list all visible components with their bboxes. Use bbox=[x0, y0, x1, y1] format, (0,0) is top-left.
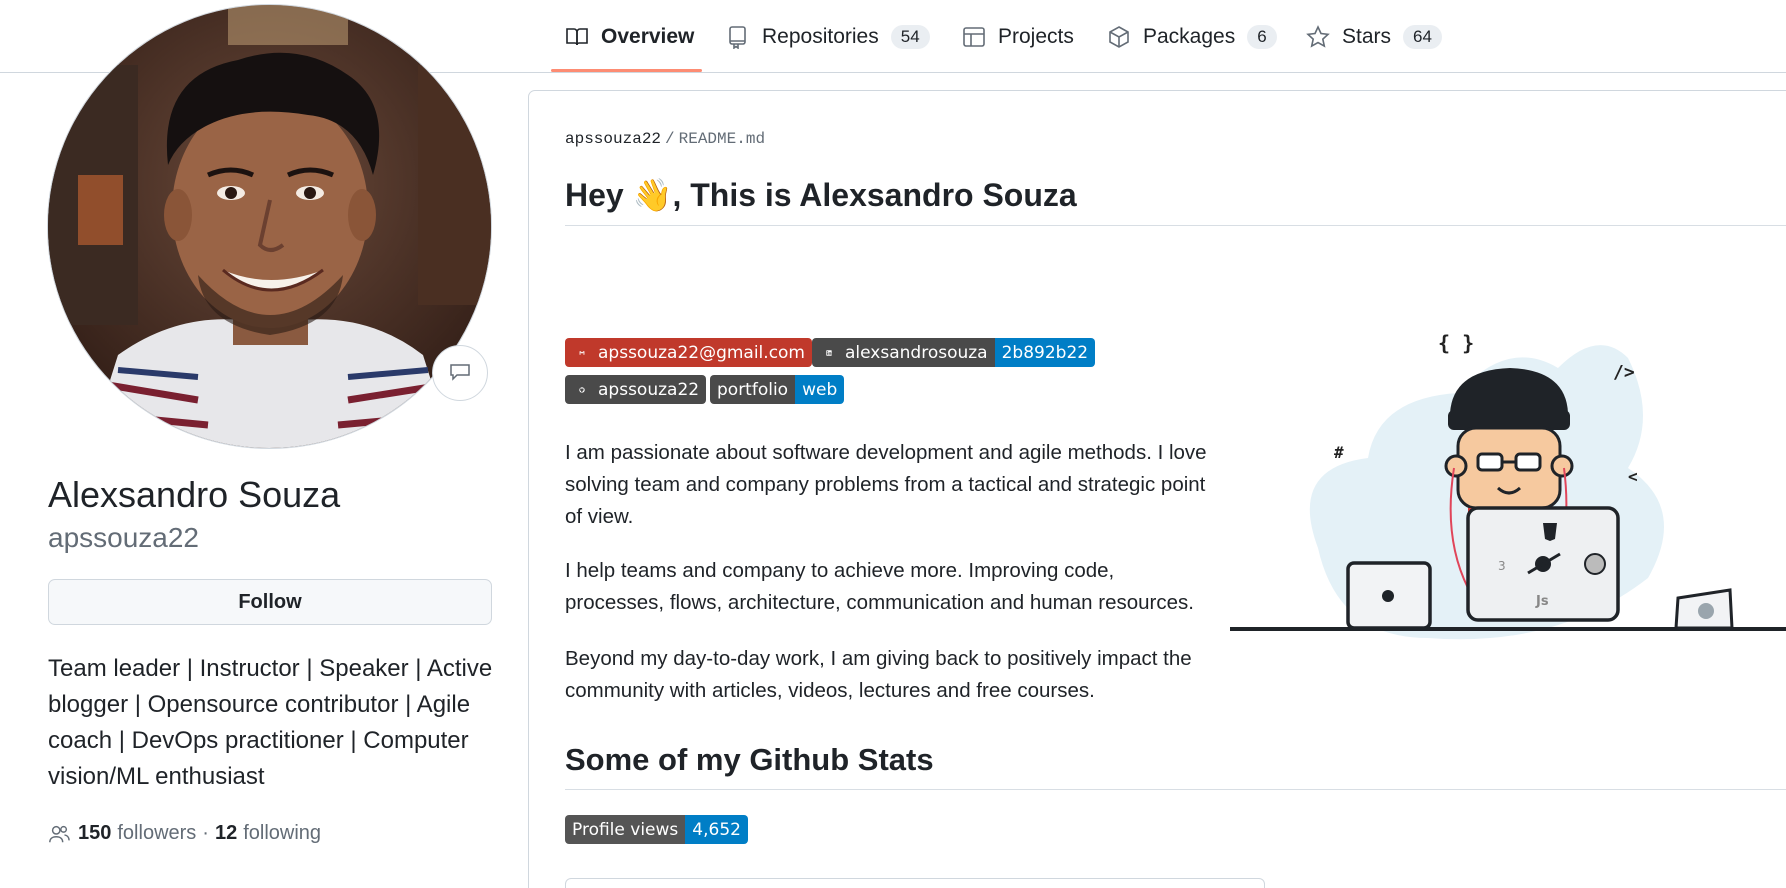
set-status-button[interactable] bbox=[432, 345, 488, 401]
linkedin-badge-label: alexsandrosouza bbox=[812, 338, 995, 367]
profile-views-badge: Profile views 4,652 bbox=[565, 815, 748, 844]
package-icon bbox=[1107, 25, 1131, 49]
followers-label: followers bbox=[117, 822, 197, 844]
tab-stars[interactable]: Stars 64 bbox=[1306, 18, 1442, 56]
following-count: 12 bbox=[214, 822, 238, 844]
braces-glyph: { } bbox=[1438, 331, 1474, 355]
breadcrumb-separator: / bbox=[665, 130, 675, 148]
profile-views-count: 4,652 bbox=[685, 815, 748, 844]
developer-illustration: { } /> # < 3 Js bbox=[1228, 318, 1786, 648]
tab-projects[interactable]: Projects bbox=[962, 18, 1074, 56]
email-text: apssouza22@gmail.com bbox=[598, 342, 805, 363]
tab-label: Repositories bbox=[762, 25, 879, 48]
github-icon bbox=[572, 380, 592, 400]
follow-stats: 150 followers · 12 following bbox=[48, 822, 321, 845]
readme-owner-link[interactable]: apssouza22 bbox=[565, 130, 661, 148]
following-link[interactable]: 12 following bbox=[215, 822, 321, 845]
portfolio-badge[interactable]: portfolio web bbox=[710, 375, 845, 404]
linkedin-badge-value: 2b892b22 bbox=[994, 338, 1096, 367]
portfolio-badge-label: portfolio bbox=[710, 375, 796, 404]
people-icon bbox=[48, 823, 70, 845]
heading-divider bbox=[565, 225, 1786, 226]
profile-username: apssouza22 bbox=[48, 522, 200, 553]
table-icon bbox=[962, 25, 986, 49]
readme-filename: README.md bbox=[678, 130, 766, 148]
stats-heading: Some of my Github Stats bbox=[565, 742, 934, 777]
active-tab-underline bbox=[551, 69, 702, 72]
readme-paragraph: Beyond my day-to-day work, I am giving b… bbox=[565, 647, 1192, 702]
js-label: Js bbox=[1535, 594, 1549, 609]
book-icon bbox=[565, 25, 589, 49]
followers-link[interactable]: 150 followers bbox=[78, 822, 196, 845]
stats-divider bbox=[565, 789, 1786, 790]
hash-glyph: # bbox=[1334, 443, 1344, 462]
followers-count: 150 bbox=[78, 822, 112, 844]
profile-bio: Team leader | Instructor | Speaker | Act… bbox=[48, 655, 493, 790]
tab-label: Overview bbox=[601, 25, 695, 48]
tab-packages[interactable]: Packages 6 bbox=[1107, 18, 1277, 56]
tab-repositories[interactable]: Repositories 54 bbox=[726, 18, 930, 56]
tab-count-badge: 54 bbox=[890, 25, 930, 49]
wave-emoji-icon: 👋 bbox=[632, 176, 673, 214]
portfolio-badge-value: web bbox=[795, 375, 845, 404]
readme-breadcrumb: apssouza22/README.md bbox=[565, 130, 765, 148]
following-label: following bbox=[243, 822, 322, 844]
tab-label: Stars bbox=[1342, 25, 1392, 48]
email-badge[interactable]: apssouza22@gmail.com bbox=[565, 338, 812, 367]
gmail-badge-body: apssouza22@gmail.com bbox=[565, 338, 812, 367]
heading-prefix: Hey bbox=[565, 176, 624, 213]
star-icon bbox=[1306, 25, 1330, 49]
svg-text:3: 3 bbox=[1498, 559, 1506, 573]
github-badge[interactable]: apssouza22 bbox=[565, 375, 707, 404]
gmail-icon bbox=[572, 343, 592, 363]
profile-views-label: Profile views bbox=[565, 815, 686, 844]
smiley-icon bbox=[448, 359, 472, 388]
tab-label: Packages bbox=[1143, 25, 1236, 48]
readme-heading: Hey 👋, This is Alexsandro Souza bbox=[565, 176, 1077, 214]
linkedin-icon bbox=[819, 343, 839, 363]
linkedin-badge[interactable]: alexsandrosouza 2b892b22 bbox=[812, 338, 1096, 367]
github-badge-body: apssouza22 bbox=[565, 375, 707, 404]
follow-button[interactable]: Follow bbox=[48, 579, 492, 625]
profile-full-name: Alexsandro Souza bbox=[48, 474, 341, 515]
tab-overview[interactable]: Overview bbox=[565, 18, 694, 56]
readme-paragraph: I am passionate about software developme… bbox=[565, 441, 1207, 528]
tab-count-badge: 64 bbox=[1403, 25, 1442, 49]
stats-card-edge bbox=[565, 878, 1265, 888]
tab-count-badge: 6 bbox=[1247, 25, 1277, 49]
avatar[interactable] bbox=[47, 4, 492, 449]
chevron-glyph: < bbox=[1628, 467, 1638, 486]
readme-paragraph: I help teams and company to achieve more… bbox=[565, 559, 1194, 614]
tab-label: Projects bbox=[998, 25, 1074, 48]
heading-suffix: , This is Alexsandro Souza bbox=[672, 176, 1077, 213]
separator-dot: · bbox=[202, 822, 209, 844]
repo-icon bbox=[726, 25, 750, 49]
tag-glyph: /> bbox=[1613, 362, 1635, 383]
